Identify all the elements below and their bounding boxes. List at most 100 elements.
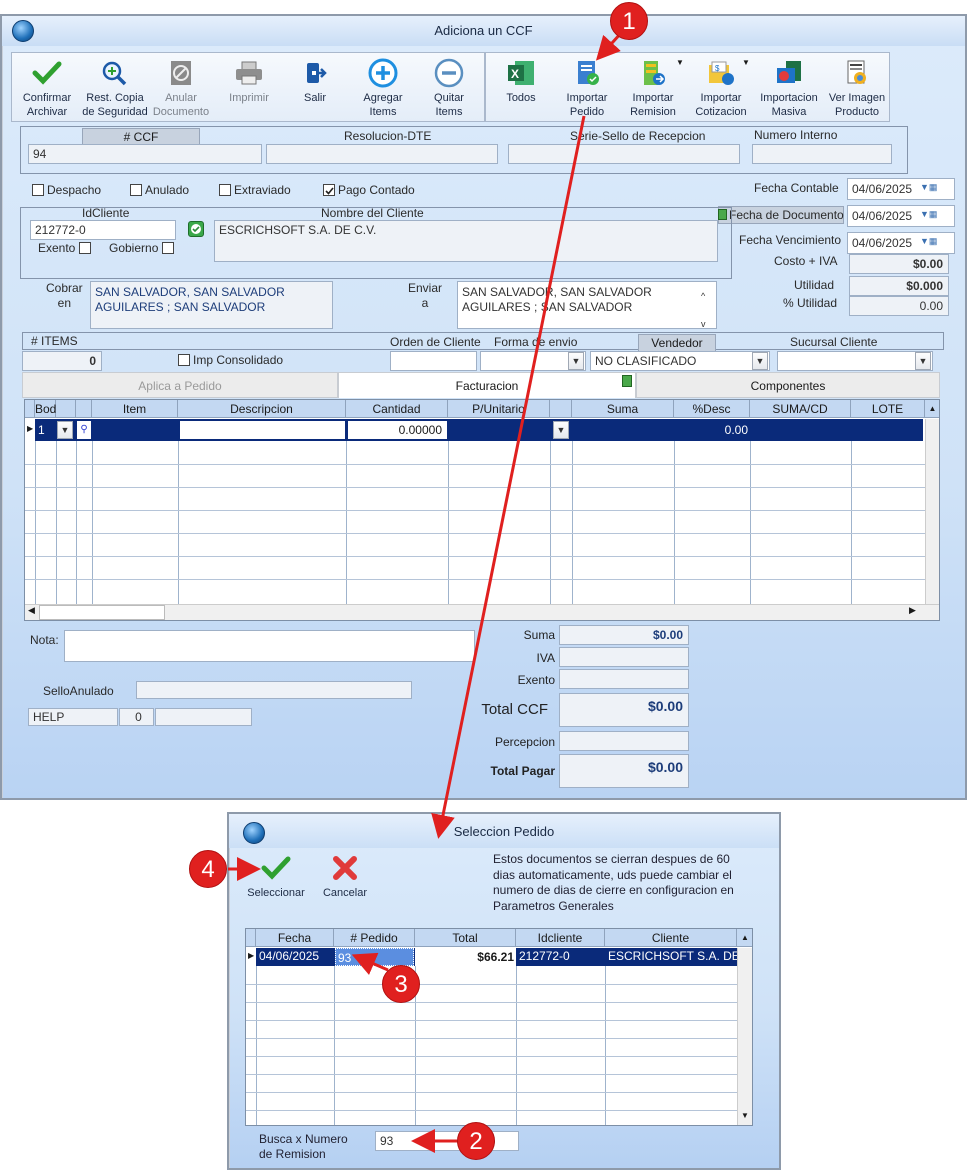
extraviado-checkbox[interactable]: Extraviado (219, 183, 291, 197)
tab-componentes[interactable]: Componentes (636, 372, 940, 398)
scroll-right-icon[interactable]: ▶ (909, 605, 916, 616)
imp-consolidado-checkbox[interactable]: Imp Consolidado (178, 353, 283, 367)
import-remission-button[interactable]: Importar Remision (622, 59, 684, 119)
search-icon[interactable]: ⚲ (77, 421, 91, 439)
seleccionar-button[interactable]: Seleccionar (243, 854, 309, 900)
suma-field: $0.00 (559, 625, 689, 645)
scroll-up-icon[interactable]: ▲ (737, 929, 752, 947)
cobrar-label: Cobrar en (46, 281, 83, 310)
vertical-scrollbar[interactable] (925, 419, 939, 605)
grid-header-pedido: # Pedido (334, 929, 415, 947)
address-scrollbar[interactable]: ^ v (701, 282, 706, 338)
help-field: HELP (28, 708, 118, 726)
row-cantidad-field[interactable]: 0.00000 (348, 421, 447, 439)
row-fecha: 04/06/2025 (259, 949, 320, 963)
ccf-number-field[interactable]: 94 (28, 144, 262, 164)
numero-interno-field[interactable] (752, 144, 892, 164)
row-cliente: ESCRICHSOFT S.A. DE (608, 949, 737, 963)
all-excel-button[interactable]: X Todos (490, 59, 552, 105)
sello-anulado-field[interactable] (136, 681, 412, 699)
dialog-title-bar: Seleccion Pedido (229, 814, 779, 848)
sucursal-cliente-select[interactable] (777, 351, 933, 371)
remission-dropdown-arrow[interactable]: ▼ (676, 58, 684, 67)
tab-aplica-pedido[interactable]: Aplica a Pedido (22, 372, 338, 398)
chevron-down-icon[interactable]: ▼ (915, 352, 931, 370)
import-remission-icon (638, 59, 668, 87)
add-items-button[interactable]: Agregar Items (352, 58, 414, 119)
void-document-button[interactable]: Anular Documento (150, 59, 212, 119)
print-button[interactable]: Imprimir (218, 59, 280, 105)
restore-backup-button[interactable]: Rest. Copia de Seguridad (80, 59, 150, 119)
fecha-vencimiento-field[interactable]: 04/06/2025 (847, 232, 955, 254)
checkbox-icon (78, 242, 91, 254)
gobierno-checkbox[interactable]: Gobierno (109, 241, 177, 255)
grid-header-desc: %Desc (674, 400, 750, 418)
printer-icon (234, 59, 264, 87)
quote-dropdown-arrow[interactable]: ▼ (742, 58, 750, 67)
total-ccf-label: Total CCF (481, 701, 548, 718)
import-order-button[interactable]: Importar Pedido (556, 59, 618, 119)
row-descripcion-field[interactable] (180, 421, 345, 439)
remove-items-button[interactable]: Quitar Items (418, 58, 480, 119)
cancelar-button[interactable]: Cancelar (315, 854, 375, 900)
calendar-dropdown-icon[interactable]: ▼▦ (920, 209, 937, 220)
fecha-contable-field[interactable]: 04/06/2025 (847, 178, 955, 200)
scroll-up-icon[interactable]: ▲ (925, 400, 939, 418)
resolucion-field[interactable] (266, 144, 498, 164)
mass-import-icon (774, 59, 804, 87)
chevron-down-icon[interactable]: ▼ (568, 352, 584, 370)
mass-import-button[interactable]: Importacion Masiva (758, 59, 820, 119)
pedidos-grid[interactable]: Fecha # Pedido Total Idcliente Cliente ▲… (245, 928, 753, 1126)
tab-doc-icon (622, 375, 632, 387)
exento-field (559, 669, 689, 689)
vendedor-select[interactable]: NO CLASIFICADO (590, 351, 770, 371)
chevron-down-icon[interactable]: ▼ (553, 421, 569, 439)
import-quote-button[interactable]: $ Importar Cotizacion (688, 59, 754, 119)
grid-header-lote: LOTE (851, 400, 925, 418)
items-count-field: 0 (22, 351, 102, 371)
costo-iva-field: $0.00 (849, 254, 949, 274)
enviar-address-field[interactable]: SAN SALVADOR, SAN SALVADOR AGUILARES ; S… (457, 281, 717, 329)
grid-header-total: Total (415, 929, 516, 947)
validate-client-icon[interactable] (188, 221, 204, 237)
fecha-documento-field[interactable]: 04/06/2025 (847, 205, 955, 227)
iva-field (559, 647, 689, 667)
nombre-cliente-field[interactable]: ESCRICHSOFT S.A. DE C.V. (214, 220, 718, 262)
idcliente-field[interactable]: 212772-0 (30, 220, 176, 240)
orden-cliente-label: Orden de Cliente (390, 335, 481, 349)
help-detail-field (155, 708, 252, 726)
calendar-dropdown-icon[interactable]: ▼▦ (920, 182, 937, 193)
pago-contado-checkbox[interactable]: Pago Contado (323, 183, 415, 197)
zoom-icon (100, 59, 130, 87)
tab-facturacion[interactable]: Facturacion (338, 372, 636, 398)
confirm-archive-button[interactable]: Confirmar Archivar (16, 59, 78, 119)
annotation-marker-2: 2 (457, 1122, 495, 1160)
nota-field[interactable] (64, 630, 475, 662)
row-desc-value: 0.00 (724, 423, 748, 437)
scroll-left-icon[interactable]: ◀ (28, 605, 35, 616)
forma-envio-label: Forma de envio (494, 335, 578, 349)
chevron-down-icon[interactable]: ▼ (752, 352, 768, 370)
cobrar-address-field[interactable]: SAN SALVADOR, SAN SALVADOR AGUILARES ; S… (90, 281, 333, 329)
grid-header-cliente: Cliente (605, 929, 737, 947)
scroll-down-icon[interactable]: ▼ (741, 1111, 749, 1120)
view-product-image-button[interactable]: Ver Imagen Producto (824, 59, 890, 119)
search-remission-input[interactable]: 93 (375, 1131, 519, 1151)
orden-cliente-field[interactable] (390, 351, 477, 371)
calendar-dropdown-icon[interactable]: ▼▦ (920, 236, 937, 247)
help-count-field: 0 (119, 708, 154, 726)
exento-checkbox[interactable]: Exento (38, 241, 94, 255)
chevron-down-icon[interactable]: ▼ (57, 421, 73, 439)
pct-utilidad-field: 0.00 (849, 296, 949, 316)
scroll-thumb[interactable] (39, 605, 165, 620)
vertical-scrollbar[interactable] (737, 948, 752, 1125)
utilidad-field: $0.000 (849, 276, 949, 296)
table-row[interactable] (35, 419, 923, 441)
despacho-checkbox[interactable]: Despacho (32, 183, 101, 197)
serie-sello-field[interactable] (508, 144, 740, 164)
row-pedido[interactable]: 93 (335, 948, 414, 966)
anulado-checkbox[interactable]: Anulado (130, 183, 189, 197)
row-pointer-icon: ▶ (248, 951, 255, 960)
exit-button[interactable]: Salir (284, 59, 346, 105)
items-grid[interactable]: Bodega Item Descripcion Cantidad P/Unita… (24, 399, 940, 621)
